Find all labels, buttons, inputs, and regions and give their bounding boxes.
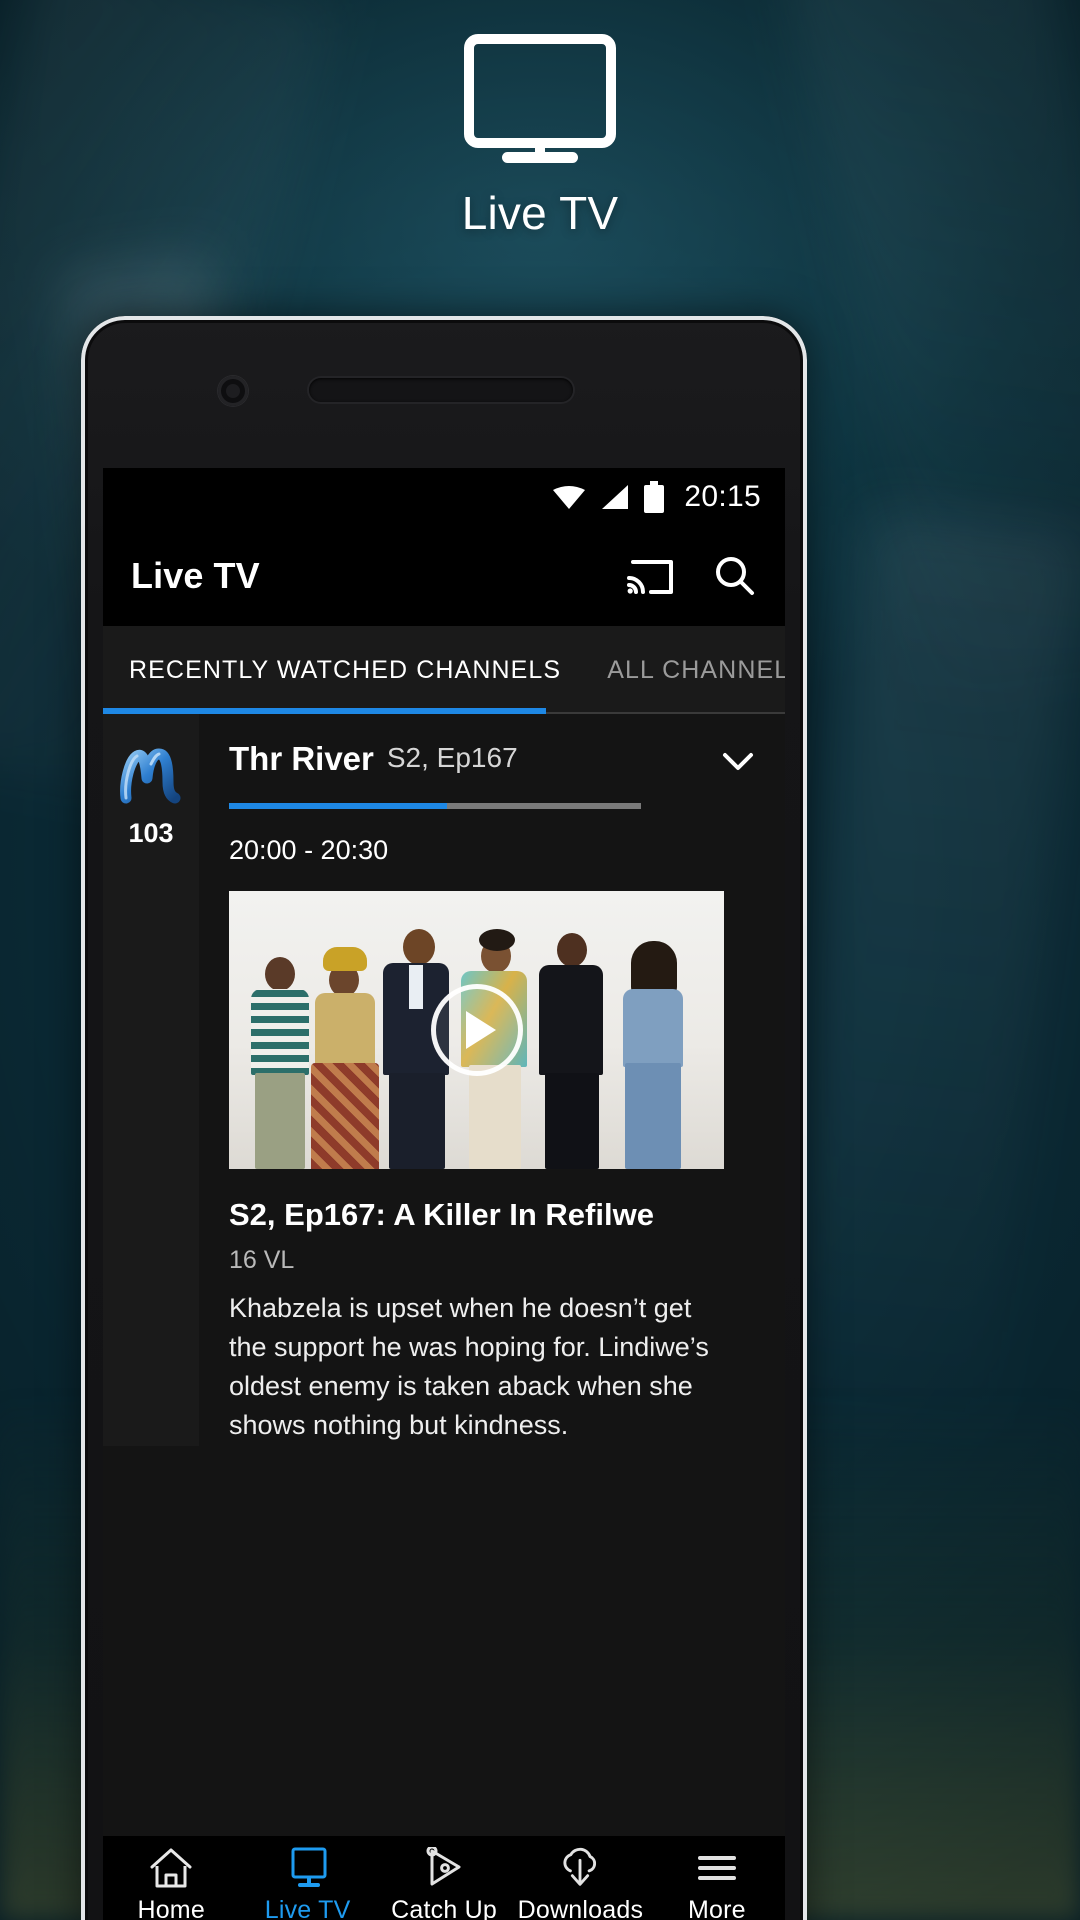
nav-item-downloads[interactable]: Downloads — [512, 1847, 648, 1920]
age-rating-badge: 16 VL — [229, 1246, 295, 1274]
mnet-logo-icon — [120, 748, 181, 804]
cast-button[interactable] — [621, 547, 679, 605]
catchup-icon — [426, 1847, 461, 1886]
volume-button — [803, 806, 807, 926]
program-header: Thr River S2, Ep167 — [229, 742, 761, 784]
program-episode-code: S2, Ep167 — [386, 742, 518, 773]
program-progress-bar — [229, 803, 641, 809]
signal-icon — [602, 485, 629, 509]
episode-title: S2, Ep167: A Killer In Refilwe — [229, 1197, 654, 1232]
hero-section: Live TV — [0, 34, 1080, 240]
tv-icon-wrap — [285, 1847, 331, 1889]
play-button[interactable] — [430, 984, 523, 1076]
phone-screen: 20:15 Live TV RECENTLY WATCHED CHANNELS … — [103, 468, 785, 1920]
page-title: Live TV — [461, 187, 619, 239]
app-bar: Live TV — [103, 526, 785, 626]
tab-recently-watched-channels[interactable]: RECENTLY WATCHED CHANNELS — [103, 656, 561, 685]
cast-figure — [305, 947, 383, 1169]
nav-item-catch-up[interactable]: Catch Up — [376, 1847, 512, 1920]
download-icon — [563, 1847, 597, 1886]
earpiece-speaker — [309, 378, 573, 402]
catchup-icon-wrap — [421, 1847, 467, 1889]
phone-mockup: 20:15 Live TV RECENTLY WATCHED CHANNELS … — [81, 316, 807, 1920]
battery-icon — [644, 481, 665, 513]
nav-label-live-tv: Live TV — [264, 1896, 351, 1920]
nav-label-catch-up: Catch Up — [391, 1896, 497, 1920]
power-button — [803, 956, 807, 1136]
cast-figure — [613, 941, 695, 1169]
front-camera — [218, 376, 248, 406]
side-rail-left — [81, 436, 85, 526]
bottom-navigation: Home Live TV Catch Up Downloads More — [103, 1836, 785, 1920]
tv-icon — [291, 1847, 327, 1887]
channel-details: Thr River S2, Ep167 20:00 - 20:30 S2, Ep… — [199, 714, 785, 1446]
nav-label-downloads: Downloads — [517, 1896, 644, 1920]
nav-item-live-tv[interactable]: Live TV — [239, 1847, 375, 1920]
tv-icon — [464, 34, 616, 163]
channel-number: 103 — [128, 818, 174, 848]
channel-identity[interactable]: 103 — [103, 714, 199, 1446]
channel-list: 103 Thr River S2, Ep167 20:00 - 20:30 S2… — [103, 714, 785, 1920]
chevron-down-icon[interactable] — [715, 738, 761, 784]
wifi-icon — [553, 486, 586, 509]
download-icon-wrap — [557, 1847, 603, 1889]
nav-item-more[interactable]: More — [649, 1847, 785, 1920]
home-icon-wrap — [148, 1847, 194, 1889]
program-time-range: 20:00 - 20:30 — [229, 835, 389, 865]
cast-icon — [627, 560, 673, 594]
hamburger-icon-wrap — [694, 1847, 740, 1889]
program-progress-fill — [229, 803, 448, 809]
nav-label-more: More — [687, 1896, 746, 1920]
app-bar-title: Live TV — [131, 555, 260, 596]
episode-description: Khabzela is upset when he doesn’t get th… — [229, 1293, 709, 1441]
nav-label-home: Home — [137, 1896, 205, 1920]
search-button[interactable] — [705, 547, 763, 605]
play-icon — [465, 1011, 496, 1049]
channel-row[interactable]: 103 Thr River S2, Ep167 20:00 - 20:30 S2… — [103, 714, 785, 1446]
search-icon — [716, 557, 754, 595]
hamburger-icon — [697, 1856, 736, 1880]
nav-item-home[interactable]: Home — [103, 1847, 239, 1920]
program-name: Thr River — [229, 740, 374, 777]
program-thumbnail[interactable] — [229, 891, 724, 1169]
home-icon — [150, 1848, 192, 1888]
tab-all-channels[interactable]: ALL CHANNELS — [561, 656, 785, 685]
status-bar-clock: 20:15 — [684, 480, 761, 513]
tab-bar: RECENTLY WATCHED CHANNELS ALL CHANNELS — [103, 626, 785, 714]
status-bar: 20:15 — [103, 468, 785, 526]
cast-figure — [531, 931, 613, 1169]
